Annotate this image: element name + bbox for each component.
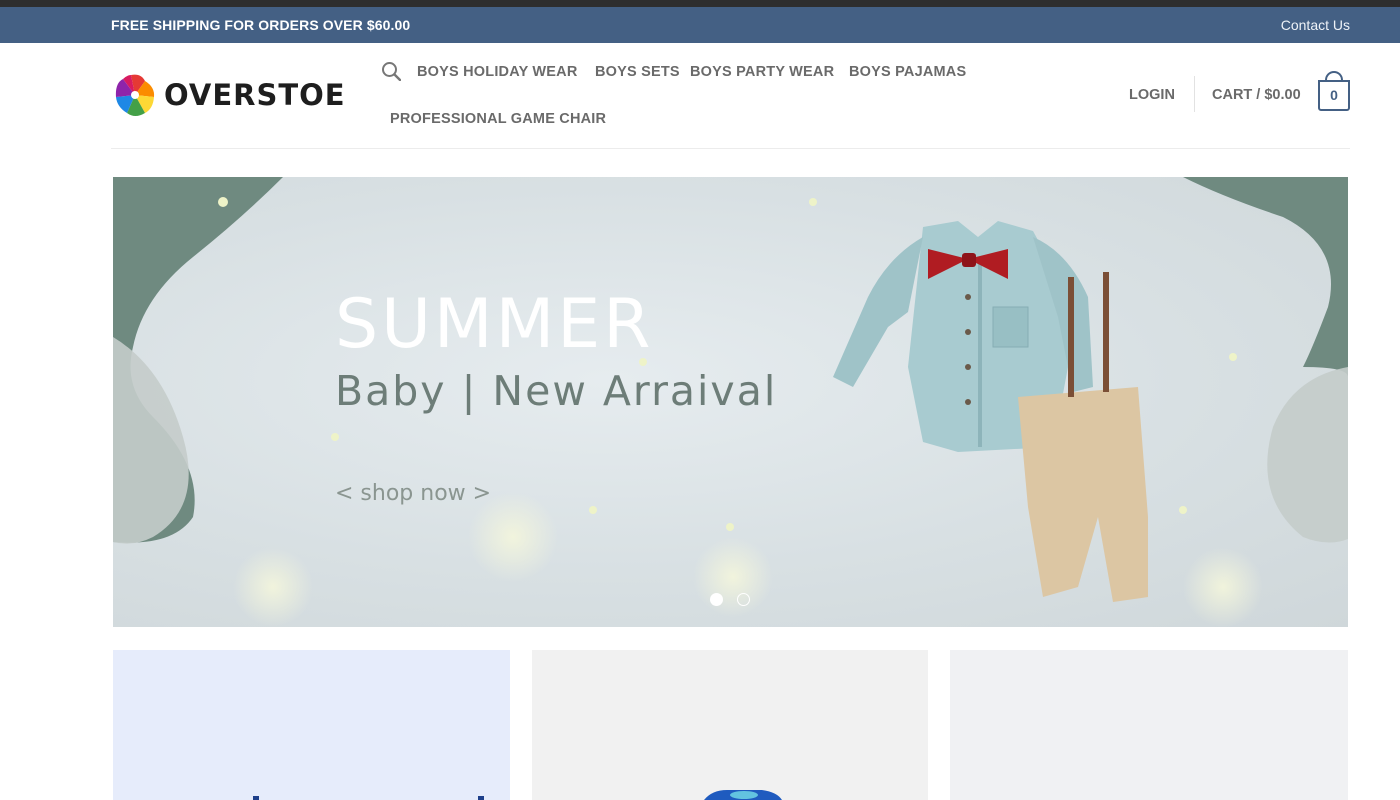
header-divider-line: [111, 148, 1350, 149]
slider-dot-1[interactable]: [710, 593, 723, 606]
header-divider: [1194, 76, 1195, 112]
shop-now-link[interactable]: < shop now >: [335, 481, 491, 506]
hero-subtitle: Baby | New Arraival: [335, 367, 778, 415]
top-bar: FREE SHIPPING FOR ORDERS OVER $60.00 Con…: [0, 7, 1400, 43]
login-link[interactable]: LOGIN: [1129, 87, 1175, 103]
category-image-2: [704, 790, 782, 800]
cart-link[interactable]: CART / $0.00: [1212, 87, 1301, 103]
slider-dot-2[interactable]: [737, 593, 750, 606]
search-icon[interactable]: [381, 61, 401, 81]
nav-item-boys-holiday-wear[interactable]: BOYS HOLIDAY WEAR: [417, 64, 578, 80]
cart-count-badge[interactable]: 0: [1318, 80, 1350, 111]
hero-slider[interactable]: SUMMER Baby | New Arraival < shop now >: [113, 177, 1348, 627]
hero-title: SUMMER: [335, 285, 654, 364]
nav-item-boys-party-wear[interactable]: BOYS PARTY WEAR: [690, 64, 834, 80]
logo-text: OVERSTOE: [164, 78, 346, 112]
category-card-1[interactable]: [113, 650, 510, 800]
product-outfit-image: [833, 221, 1148, 602]
logo-pinwheel-icon: [115, 74, 155, 116]
nav-item-boys-sets[interactable]: BOYS SETS: [595, 64, 680, 80]
category-card-2[interactable]: [532, 650, 928, 800]
contact-us-link[interactable]: Contact Us: [1281, 17, 1350, 33]
category-card-3[interactable]: [950, 650, 1348, 800]
category-image-1: [253, 796, 484, 800]
nav-item-boys-pajamas[interactable]: BOYS PAJAMAS: [849, 64, 966, 80]
nav-item-professional-game-chair[interactable]: PROFESSIONAL GAME CHAIR: [390, 111, 606, 127]
free-shipping-banner: FREE SHIPPING FOR ORDERS OVER $60.00: [111, 17, 411, 33]
site-logo[interactable]: OVERSTOE: [112, 72, 345, 118]
top-strip: [0, 0, 1400, 7]
